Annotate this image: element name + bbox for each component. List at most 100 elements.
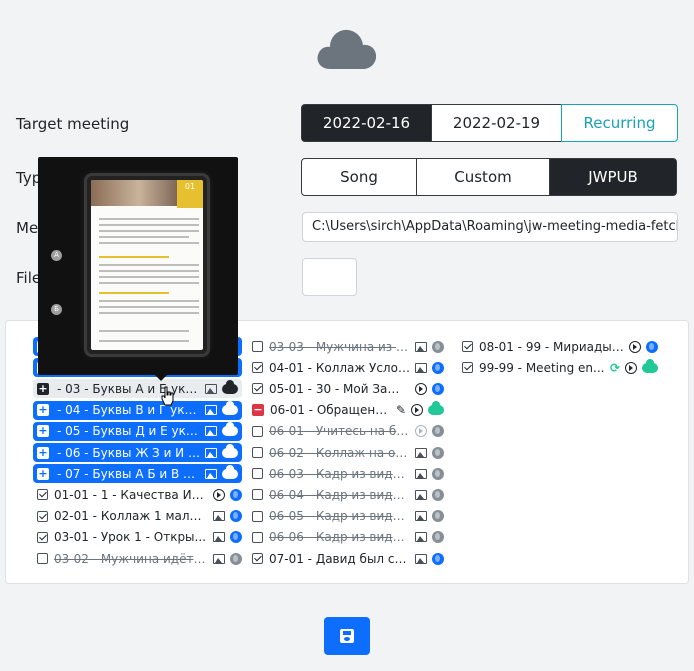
plus-square-icon[interactable]: + <box>37 425 49 438</box>
image-icon <box>205 405 217 416</box>
globe-icon <box>432 552 444 565</box>
item-checkbox[interactable] <box>462 341 473 352</box>
cloud-icon <box>317 29 377 69</box>
save-button[interactable] <box>324 617 370 655</box>
hand-cursor-icon <box>161 386 174 406</box>
globe-icon <box>646 340 658 353</box>
upload-type-jwpub[interactable]: JWPUB <box>549 158 677 196</box>
media-item-label: - 05 - Буквы Д и Е указ... <box>57 424 200 439</box>
media-list-item[interactable]: 06-02 - Коллаж на осн... <box>252 443 448 462</box>
filename-prefix-input[interactable] <box>302 258 357 296</box>
media-list-item[interactable]: 04-01 - Коллаж Условн... <box>252 358 448 377</box>
media-list-item[interactable]: + - 04 - Буквы В и Г указ... <box>33 400 242 420</box>
globe-icon <box>432 340 444 353</box>
media-path-input[interactable]: C:\Users\sirch\AppData\Roaming\jw-meetin… <box>302 212 678 242</box>
image-icon <box>415 468 427 479</box>
media-list-item[interactable]: −06-01 - Обращение ... ✎ <box>252 401 448 420</box>
media-list-item[interactable]: 06-03 - Кадр из видео ... <box>252 464 448 483</box>
play-icon <box>629 340 641 353</box>
media-item-label: - 06 - Буквы Ж З и И ук... <box>57 445 200 460</box>
globe-icon <box>230 552 242 565</box>
image-icon <box>213 553 225 564</box>
globe-icon <box>432 361 444 374</box>
media-item-label: 06-04 - Кадр из видео ... <box>269 487 410 502</box>
plus-square-icon[interactable]: + <box>37 382 49 395</box>
plus-square-icon[interactable]: + <box>37 446 49 459</box>
image-icon <box>415 511 427 522</box>
media-list-item[interactable]: 03-03 - Мужчина из Э... <box>252 337 448 356</box>
media-list-item[interactable]: 03-02 - Мужчина идёт ... <box>37 549 246 568</box>
cloud-icon <box>642 358 658 373</box>
minus-square-icon[interactable]: − <box>252 404 264 417</box>
item-checkbox[interactable] <box>252 383 263 395</box>
cloud-icon <box>222 443 238 458</box>
plus-square-icon[interactable]: + <box>37 467 49 480</box>
upload-type-group: Song Custom JWPUB <box>301 158 677 196</box>
media-item-label: 08-01 - 99 - Мириады ... <box>479 339 624 354</box>
media-list-item[interactable]: 02-01 - Коллаж 1 мале... <box>37 507 246 526</box>
cloud-icon <box>222 464 238 479</box>
globe-icon <box>432 467 444 480</box>
media-list-item[interactable]: 06-05 - Кадр из видео ... <box>252 507 448 526</box>
play-icon <box>411 404 423 417</box>
plus-square-icon[interactable]: + <box>37 404 49 417</box>
item-checkbox[interactable] <box>252 553 263 564</box>
play-icon <box>415 425 427 438</box>
media-list-item[interactable]: 01-01 - 1 - Качества Ие... <box>37 485 246 504</box>
media-list-item[interactable]: + - 05 - Буквы Д и Е указ... <box>33 421 242 441</box>
media-item-label: 06-01 - Учитесь на биб... <box>269 424 410 439</box>
media-item-label: 07-01 - Давид был сме... <box>269 551 410 566</box>
item-checkbox[interactable] <box>37 553 48 564</box>
cloud-icon <box>222 379 238 394</box>
media-list-item[interactable]: + - 07 - Буквы А Б и В ук... <box>33 464 242 484</box>
item-checkbox[interactable] <box>252 447 263 458</box>
item-checkbox[interactable] <box>252 489 263 501</box>
item-checkbox[interactable] <box>37 531 48 543</box>
upload-type-song[interactable]: Song <box>301 158 417 196</box>
media-item-label: 03-02 - Мужчина идёт ... <box>54 551 208 566</box>
globe-icon <box>432 425 444 438</box>
media-list-item[interactable]: 99-99 - Meeting en... ⟳ <box>462 358 662 377</box>
globe-icon <box>230 510 242 523</box>
meeting-button-0[interactable]: 2022-02-16 <box>301 104 432 142</box>
item-checkbox[interactable] <box>252 531 263 543</box>
item-checkbox[interactable] <box>37 489 48 501</box>
preview-marker-b: Б <box>51 304 62 315</box>
meeting-button-recurring[interactable]: Recurring <box>561 104 678 142</box>
globe-icon <box>432 382 444 395</box>
media-list-item[interactable]: 06-04 - Кадр из видео ... <box>252 485 448 504</box>
media-list-item[interactable]: + - 03 - Буквы А и Б указ... <box>33 379 242 399</box>
media-list-item[interactable]: 06-01 - Учитесь на биб... <box>252 422 448 441</box>
upload-type-custom[interactable]: Custom <box>416 158 550 196</box>
play-icon <box>213 488 225 501</box>
item-checkbox[interactable] <box>252 362 263 374</box>
media-list-item[interactable]: 05-01 - 30 - Мой Защи... <box>252 379 448 398</box>
item-checkbox[interactable] <box>252 341 263 352</box>
media-list-item[interactable]: 06-06 - Кадр из видео ... <box>252 528 448 547</box>
tooltip-arrow <box>155 375 167 381</box>
globe-icon <box>230 488 242 501</box>
play-icon <box>625 361 637 374</box>
play-icon <box>415 382 427 395</box>
item-checkbox[interactable] <box>252 468 263 480</box>
media-item-label: 06-01 - Обращение ... <box>270 403 391 418</box>
media-item-label: 05-01 - 30 - Мой Защи... <box>269 381 410 396</box>
media-list-item[interactable]: + - 06 - Буквы Ж З и И ук... <box>33 443 242 462</box>
item-checkbox[interactable] <box>252 510 263 522</box>
media-list-item[interactable]: 07-01 - Давид был сме... <box>252 549 448 568</box>
image-icon <box>205 383 217 394</box>
media-item-label: 03-03 - Мужчина из Э... <box>269 339 410 354</box>
item-checkbox[interactable] <box>252 425 263 437</box>
image-icon <box>415 532 427 543</box>
media-list-item[interactable]: 08-01 - 99 - Мириады ... <box>462 337 662 356</box>
item-checkbox[interactable] <box>462 362 473 374</box>
globe-icon <box>230 531 242 544</box>
item-checkbox[interactable] <box>37 510 48 522</box>
preview-page-tag: 01 <box>177 180 203 208</box>
media-item-label: - 03 - Буквы А и Б указ... <box>57 381 200 396</box>
globe-icon <box>432 531 444 544</box>
media-list-item[interactable]: 03-01 - Урок 1 - Откры... <box>37 528 246 547</box>
cloud-icon <box>222 401 238 416</box>
target-meeting-group: 2022-02-16 2022-02-19 Recurring <box>301 104 678 142</box>
meeting-button-1[interactable]: 2022-02-19 <box>431 104 562 142</box>
